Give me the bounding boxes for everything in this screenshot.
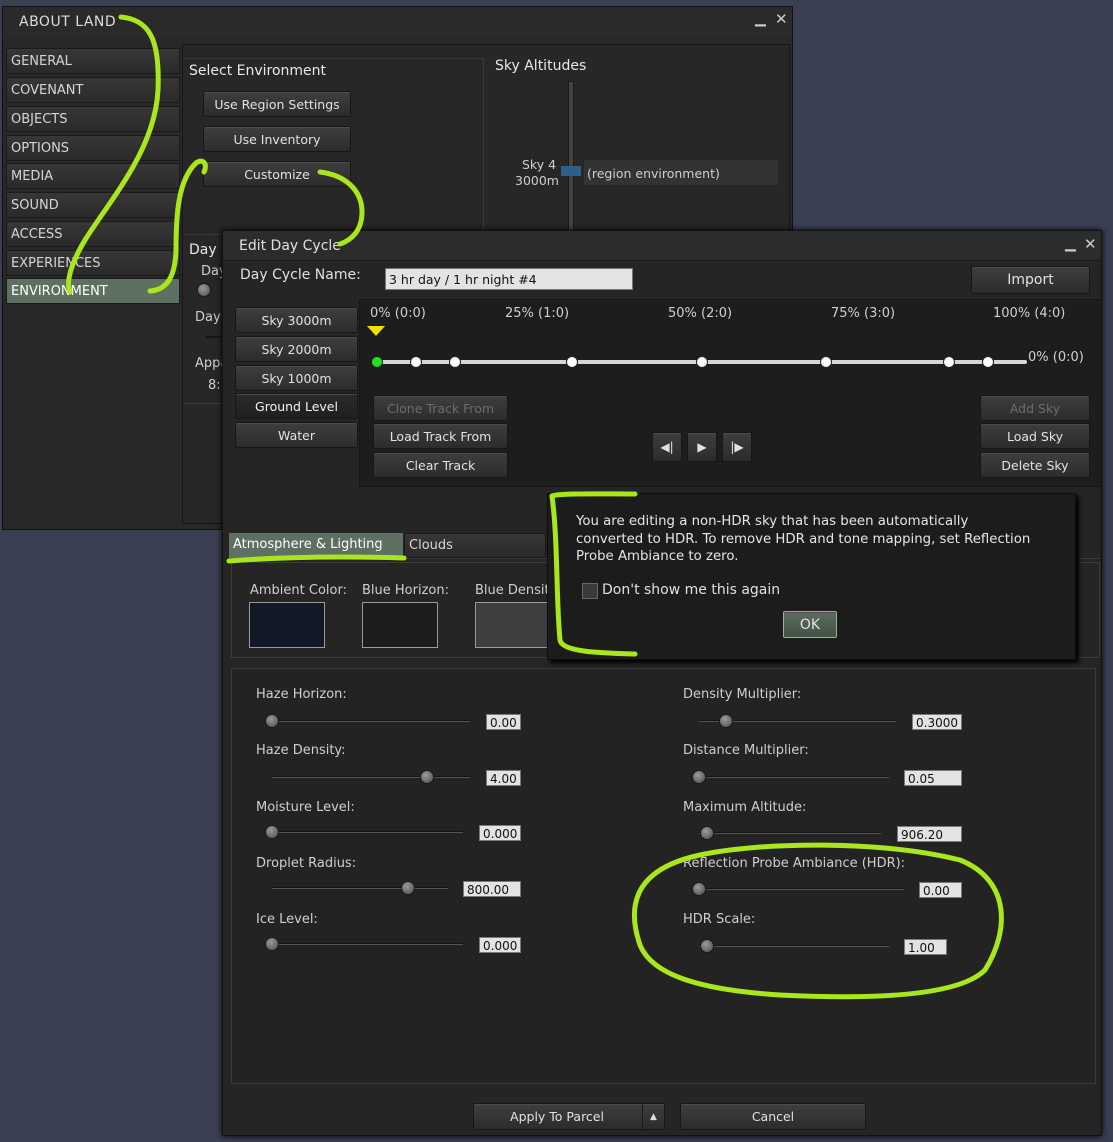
highlight-stroke-environment <box>147 158 208 294</box>
highlight-stroke-about-land <box>66 14 161 295</box>
highlight-stroke-notification <box>549 491 638 657</box>
highlight-stroke-customize <box>317 169 365 247</box>
annotation-overlay <box>66 14 1004 1000</box>
highlight-ellipse-hdr <box>631 842 1004 1000</box>
highlight-stroke-tab <box>226 554 407 564</box>
